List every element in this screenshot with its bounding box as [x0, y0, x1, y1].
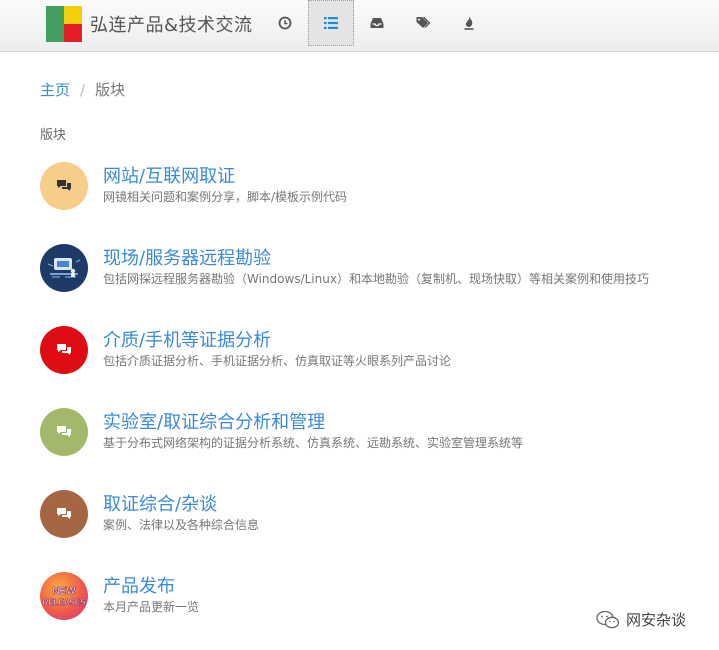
category-item: 现场/服务器远程勘验 包括网探远程服务器勘验（Windows/Linux）和本地… — [40, 244, 680, 298]
server-image-icon — [47, 258, 81, 278]
category-icon[interactable] — [40, 162, 88, 210]
svg-text:NEW: NEW — [52, 586, 76, 597]
clock-icon — [278, 16, 292, 30]
comments-icon — [57, 426, 71, 437]
category-item: 网站/互联网取证 网镜相关问题和案例分享，脚本/模板示例代码 — [40, 162, 680, 216]
fire-icon — [464, 16, 474, 30]
inbox-icon — [370, 18, 384, 28]
comments-icon — [57, 508, 71, 519]
nav-categories-button[interactable] — [308, 0, 354, 46]
category-title-link[interactable]: 取证综合/杂谈 — [103, 490, 217, 516]
tags-icon — [416, 16, 430, 28]
category-title-link[interactable]: 产品发布 — [103, 572, 175, 598]
wechat-icon — [596, 610, 620, 628]
nav-popular-button[interactable] — [446, 0, 492, 46]
category-item: 实验室/取证综合分析和管理 基于分布式网络架构的证据分析系统、仿真系统、远勘系统… — [40, 408, 680, 462]
breadcrumb-home-link[interactable]: 主页 — [40, 79, 70, 100]
site-logo — [46, 6, 82, 42]
comments-icon — [57, 180, 71, 191]
category-description: 包括介质证据分析、手机证据分析、仿真取证等火眼系列产品讨论 — [103, 354, 452, 368]
nav-icon-bar — [262, 0, 492, 52]
watermark: 网安杂谈 — [596, 609, 686, 630]
nav-unread-button[interactable] — [354, 0, 400, 46]
category-description: 本月产品更新一览 — [103, 600, 200, 614]
category-item: 介质/手机等证据分析 包括介质证据分析、手机证据分析、仿真取证等火眼系列产品讨论 — [40, 326, 680, 380]
comments-icon — [57, 344, 71, 355]
category-description: 案例、法律以及各种综合信息 — [103, 518, 260, 532]
category-description: 网镜相关问题和案例分享，脚本/模板示例代码 — [103, 190, 348, 204]
category-description: 包括网探远程服务器勘验（Windows/Linux）和本地勘验（复制机、现场快取… — [103, 272, 649, 286]
nav-recent-button[interactable] — [262, 0, 308, 46]
new-releases-badge-icon: NEW RELEASES — [42, 586, 86, 608]
list-icon — [324, 17, 338, 29]
category-icon[interactable]: NEW RELEASES — [40, 572, 88, 620]
watermark-text: 网安杂谈 — [626, 611, 687, 629]
category-title-link[interactable]: 网站/互联网取证 — [103, 162, 235, 188]
section-heading: 版块 — [40, 128, 67, 143]
top-navbar: 弘连产品&技术交流 — [0, 0, 719, 52]
category-icon[interactable] — [40, 408, 88, 456]
category-icon[interactable] — [40, 244, 88, 292]
site-title: 弘连产品&技术交流 — [90, 15, 253, 36]
category-title-link[interactable]: 介质/手机等证据分析 — [103, 326, 271, 352]
category-item: NEW RELEASES 产品发布 本月产品更新一览 — [40, 572, 680, 626]
category-title-link[interactable]: 现场/服务器远程勘验 — [103, 244, 271, 270]
category-item: 取证综合/杂谈 案例、法律以及各种综合信息 — [40, 490, 680, 544]
svg-text:RELEASES: RELEASES — [42, 598, 86, 607]
breadcrumb-current: 版块 — [95, 81, 126, 99]
category-icon[interactable] — [40, 490, 88, 538]
category-icon[interactable] — [40, 326, 88, 374]
breadcrumb: 主页 / 版块 — [40, 79, 125, 100]
nav-tags-button[interactable] — [400, 0, 446, 46]
breadcrumb-separator: / — [80, 80, 86, 99]
category-title-link[interactable]: 实验室/取证综合分析和管理 — [103, 408, 325, 434]
brand-link[interactable]: 弘连产品&技术交流 — [46, 5, 253, 43]
category-description: 基于分布式网络架构的证据分析系统、仿真系统、远勘系统、实验室管理系统等 — [103, 436, 524, 450]
